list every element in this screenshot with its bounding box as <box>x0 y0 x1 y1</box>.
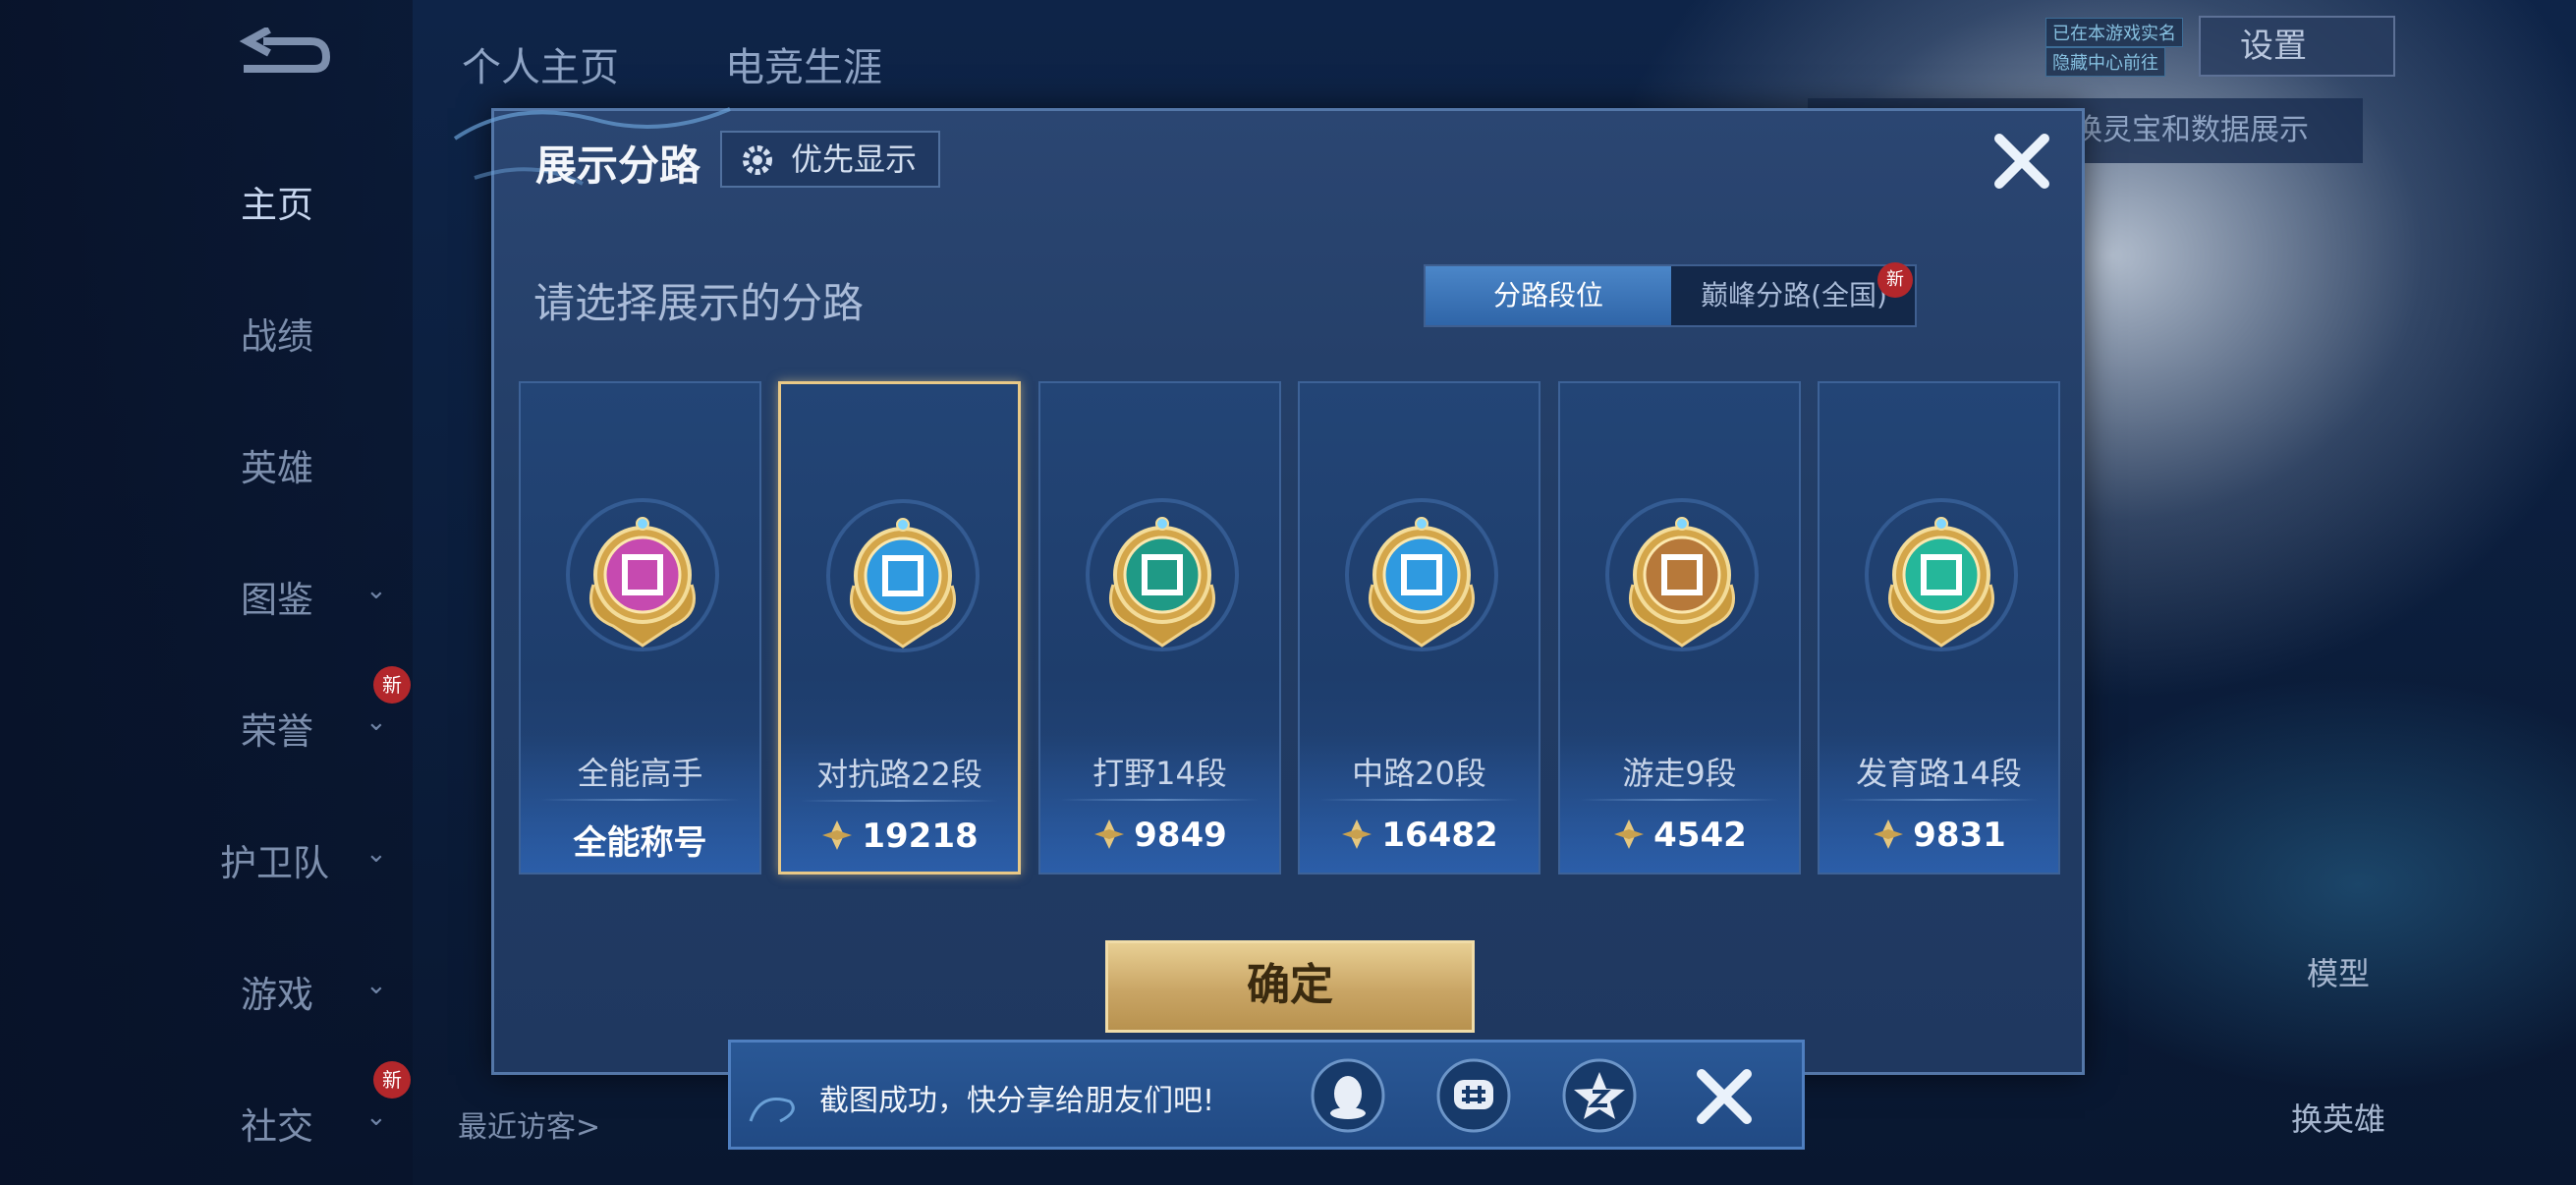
recent-visitors-link[interactable]: 最近访客> <box>458 1102 600 1146</box>
tab-profile[interactable]: 个人主页 <box>462 35 619 92</box>
lane-display-dialog: 展示分路 优先显示 请选择展示的分路 分路段位 巅峰分路(全国) 新 全能高手全… <box>453 107 2085 1075</box>
chevron-down-icon: ⌄ <box>365 576 387 605</box>
power-icon <box>1342 819 1372 849</box>
cloud-decoration <box>749 1098 795 1123</box>
sidebar-item-codex[interactable]: 图鉴 <box>241 570 313 623</box>
lane-score: 16482 <box>1300 816 1539 855</box>
sidebar-item-honor[interactable]: 荣誉 <box>241 702 313 755</box>
farm-lane-emblem-icon <box>1865 498 2018 651</box>
lane-score: 4542 <box>1560 816 1799 855</box>
sidebar-shade <box>0 0 413 1185</box>
back-icon[interactable] <box>224 28 332 90</box>
close-icon[interactable] <box>1692 1064 1757 1129</box>
new-badge: 新 <box>373 666 411 704</box>
wechat-moments-icon[interactable] <box>1434 1056 1513 1135</box>
priority-display-button[interactable]: 优先显示 <box>720 131 940 188</box>
confirm-button[interactable]: 确定 <box>1105 940 1475 1033</box>
lane-score: 9849 <box>1040 816 1279 855</box>
divider <box>1060 799 1260 801</box>
lane-score: 19218 <box>781 817 1018 856</box>
chevron-down-icon: ⌄ <box>365 971 387 1000</box>
clash-lane-emblem-icon <box>826 499 980 652</box>
chevron-down-icon: ⌄ <box>365 707 387 737</box>
power-icon <box>1614 819 1645 849</box>
sidebar-item-games[interactable]: 游戏 <box>241 965 313 1018</box>
lane-rank-label: 全能高手 <box>577 755 703 792</box>
lane-rank-label: 游走9段 <box>1622 755 1737 792</box>
divider <box>1839 799 2039 801</box>
lane-score-value: 9831 <box>1913 816 2006 855</box>
lane-card[interactable]: 对抗路22段 19218 <box>778 381 1021 875</box>
lane-score: 全能称号 <box>521 816 759 864</box>
tab-lane-rank[interactable]: 分路段位 <box>1426 266 1671 325</box>
gear-icon <box>743 145 772 175</box>
lane-rank-label: 中路20段 <box>1352 755 1486 792</box>
divider <box>801 800 998 802</box>
sidebar-item-guard-team[interactable]: 护卫队 <box>220 833 329 886</box>
qq-icon[interactable] <box>1309 1056 1387 1135</box>
select-lane-prompt: 请选择展示的分路 <box>533 279 865 327</box>
lane-score-value: 4542 <box>1653 816 1747 855</box>
divider <box>540 799 740 801</box>
dialog-title: 展示分路 <box>535 141 701 190</box>
model-button[interactable]: 模型 <box>2289 949 2387 994</box>
tab-esports-career[interactable]: 电竞生涯 <box>725 35 882 92</box>
lane-card[interactable]: 全能高手 全能称号 <box>519 381 761 875</box>
power-icon <box>1874 819 1904 849</box>
chevron-down-icon: ⌄ <box>365 839 387 869</box>
screenshot-share-bar: 截图成功，快分享给朋友们吧! <box>728 1040 1805 1150</box>
power-icon <box>1094 819 1125 849</box>
lane-card[interactable]: 打野14段 9849 <box>1038 381 1281 875</box>
lane-mode-toggle: 分路段位 巅峰分路(全国) 新 <box>1424 262 1917 327</box>
divider <box>1319 799 1519 801</box>
lane-score-value: 19218 <box>862 817 979 856</box>
sidebar-item-heroes[interactable]: 英雄 <box>241 438 313 491</box>
lane-card[interactable]: 游走9段 4542 <box>1558 381 1801 875</box>
divider <box>1580 799 1779 801</box>
realname-tag: 已在本游戏实名 <box>2045 18 2183 47</box>
lane-card[interactable]: 中路20段 16482 <box>1298 381 1540 875</box>
mid-lane-emblem-icon <box>1345 498 1498 651</box>
lane-rank-label: 对抗路22段 <box>816 756 982 793</box>
change-hero-button[interactable]: 换英雄 <box>2279 1095 2397 1140</box>
lane-card[interactable]: 发育路14段 9831 <box>1818 381 2060 875</box>
qzone-icon[interactable] <box>1560 1056 1639 1135</box>
lane-score-value: 全能称号 <box>573 823 707 863</box>
sidebar-item-home[interactable]: 主页 <box>241 175 313 228</box>
hidden-center-tag[interactable]: 隐藏中心前往 <box>2045 47 2165 77</box>
lane-rank-label: 发育路14段 <box>1856 755 2022 792</box>
power-icon <box>822 820 853 850</box>
sidebar-item-social[interactable]: 社交 <box>241 1097 313 1150</box>
lane-score-value: 16482 <box>1381 816 1498 855</box>
lane-score: 9831 <box>1820 816 2058 855</box>
close-icon[interactable] <box>1988 127 2056 196</box>
jungle-emblem-icon <box>1086 498 1239 651</box>
chevron-down-icon: ⌄ <box>365 1102 387 1132</box>
settings-button[interactable]: 设置 <box>2199 16 2395 77</box>
roam-emblem-icon <box>1605 498 1759 651</box>
sidebar-item-records[interactable]: 战绩 <box>241 307 313 360</box>
allround-emblem-icon <box>566 498 719 651</box>
share-message: 截图成功，快分享给朋友们吧! <box>819 1084 1215 1118</box>
lane-rank-label: 打野14段 <box>1092 755 1227 792</box>
new-badge: 新 <box>1877 262 1913 298</box>
new-badge: 新 <box>373 1061 411 1099</box>
lane-score-value: 9849 <box>1134 816 1227 855</box>
